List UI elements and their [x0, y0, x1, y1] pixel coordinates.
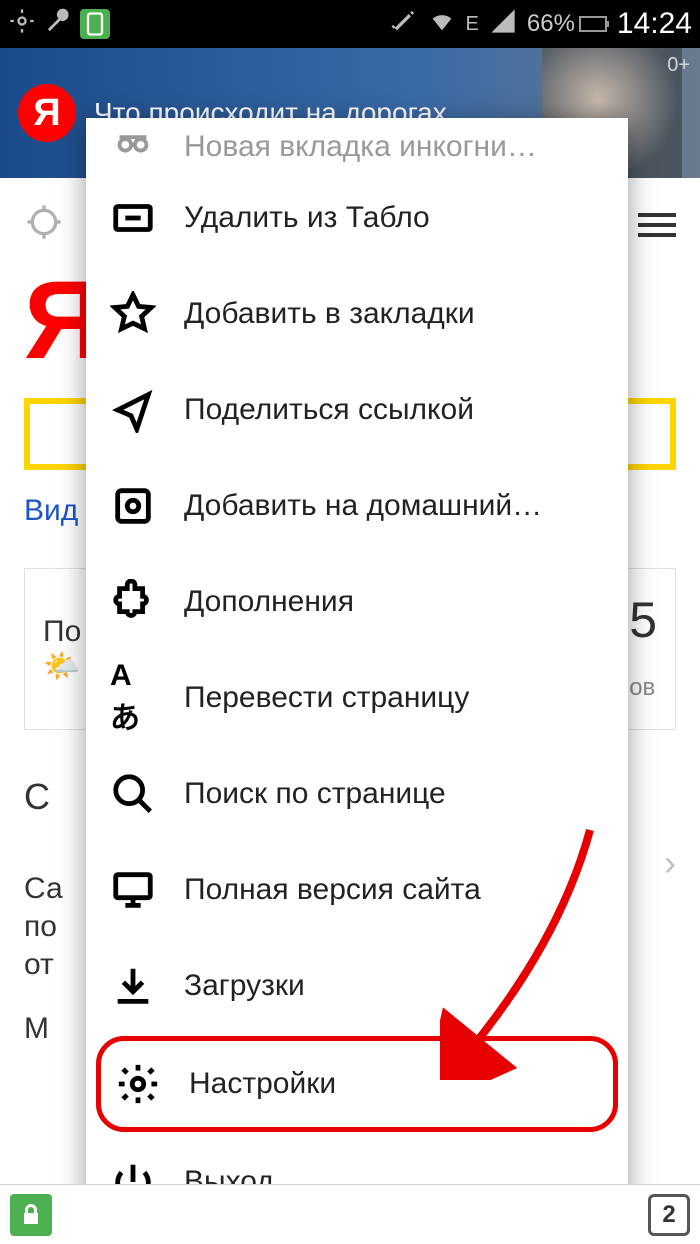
menu-item-find[interactable]: Поиск по странице [86, 746, 628, 842]
menu-item-extensions[interactable]: Дополнения [86, 554, 628, 650]
menu-item-label: Дополнения [184, 585, 354, 619]
menu-item-label: Удалить из Табло [184, 201, 430, 235]
desktop-icon [110, 867, 156, 913]
cell-signal-icon [489, 7, 517, 42]
menu-item-label: Добавить на домашний… [184, 489, 542, 523]
page-text-2: по [24, 910, 63, 944]
menu-item-share[interactable]: Поделиться ссылкой [86, 362, 628, 458]
page-text-1: Са [24, 872, 63, 906]
menu-item-desktop-site[interactable]: Полная версия сайта [86, 842, 628, 938]
yandex-logo-circle: Я [18, 84, 76, 142]
remove-tile-icon [110, 195, 156, 241]
menu-item-remove-tile[interactable]: Удалить из Табло [86, 170, 628, 266]
translate-icon: Aあ [110, 675, 156, 721]
vibrate-icon [390, 7, 418, 42]
incognito-icon [110, 124, 156, 164]
menu-item-label: Добавить в закладки [184, 297, 475, 331]
weather-sun-icon: 🌤️ [43, 649, 81, 684]
menu-item-incognito[interactable]: Новая вкладка инкогни… [86, 124, 628, 170]
battery-percent: 66% [527, 10, 575, 38]
add-home-icon [110, 483, 156, 529]
share-icon [110, 387, 156, 433]
settings-icon [115, 1061, 161, 1107]
tabs-count-value: 2 [662, 1201, 675, 1229]
menu-item-label: Перевести страницу [184, 681, 469, 715]
menu-item-label: Новая вкладка инкогни… [184, 130, 537, 164]
browser-overflow-menu: Новая вкладка инкогни… Удалить из Табло … [86, 118, 628, 1234]
menu-item-label: Поиск по странице [184, 777, 446, 811]
weather-label: По [43, 615, 81, 649]
menu-item-label: Настройки [189, 1067, 336, 1101]
menu-item-label: Полная версия сайта [184, 873, 481, 907]
weather-unit: ов [629, 674, 655, 701]
star-icon [110, 291, 156, 337]
page-text-3: от [24, 948, 63, 982]
menu-item-settings[interactable]: Настройки [96, 1036, 618, 1132]
chevron-right-icon[interactable]: › [664, 842, 676, 884]
hamburger-icon[interactable] [638, 213, 676, 237]
menu-item-label: Загрузки [184, 969, 305, 1003]
location-icon[interactable] [24, 202, 64, 247]
puzzle-icon [110, 579, 156, 625]
menu-item-translate[interactable]: Aあ Перевести страницу [86, 650, 628, 746]
wrench-icon [44, 7, 72, 42]
menu-item-add-home[interactable]: Добавить на домашний… [86, 458, 628, 554]
age-rating-badge: 0+ [667, 54, 690, 77]
tabs-count-button[interactable]: 2 [648, 1194, 690, 1236]
menu-item-bookmark[interactable]: Добавить в закладки [86, 266, 628, 362]
app-square-icon [80, 9, 110, 39]
android-status-bar: E 66% 14:24 [0, 0, 700, 48]
clock: 14:24 [617, 7, 692, 41]
gps-icon [8, 7, 36, 42]
download-icon [110, 963, 156, 1009]
browser-bottom-bar: 2 [0, 1184, 700, 1244]
wifi-icon [428, 7, 456, 42]
battery-indicator: 66% [527, 10, 607, 38]
search-page-icon [110, 771, 156, 817]
menu-item-downloads[interactable]: Загрузки [86, 938, 628, 1034]
network-type-label: E [466, 13, 479, 36]
secure-lock-icon[interactable] [10, 1194, 52, 1236]
menu-item-label: Поделиться ссылкой [184, 393, 474, 427]
weather-value: 5 [629, 591, 657, 649]
